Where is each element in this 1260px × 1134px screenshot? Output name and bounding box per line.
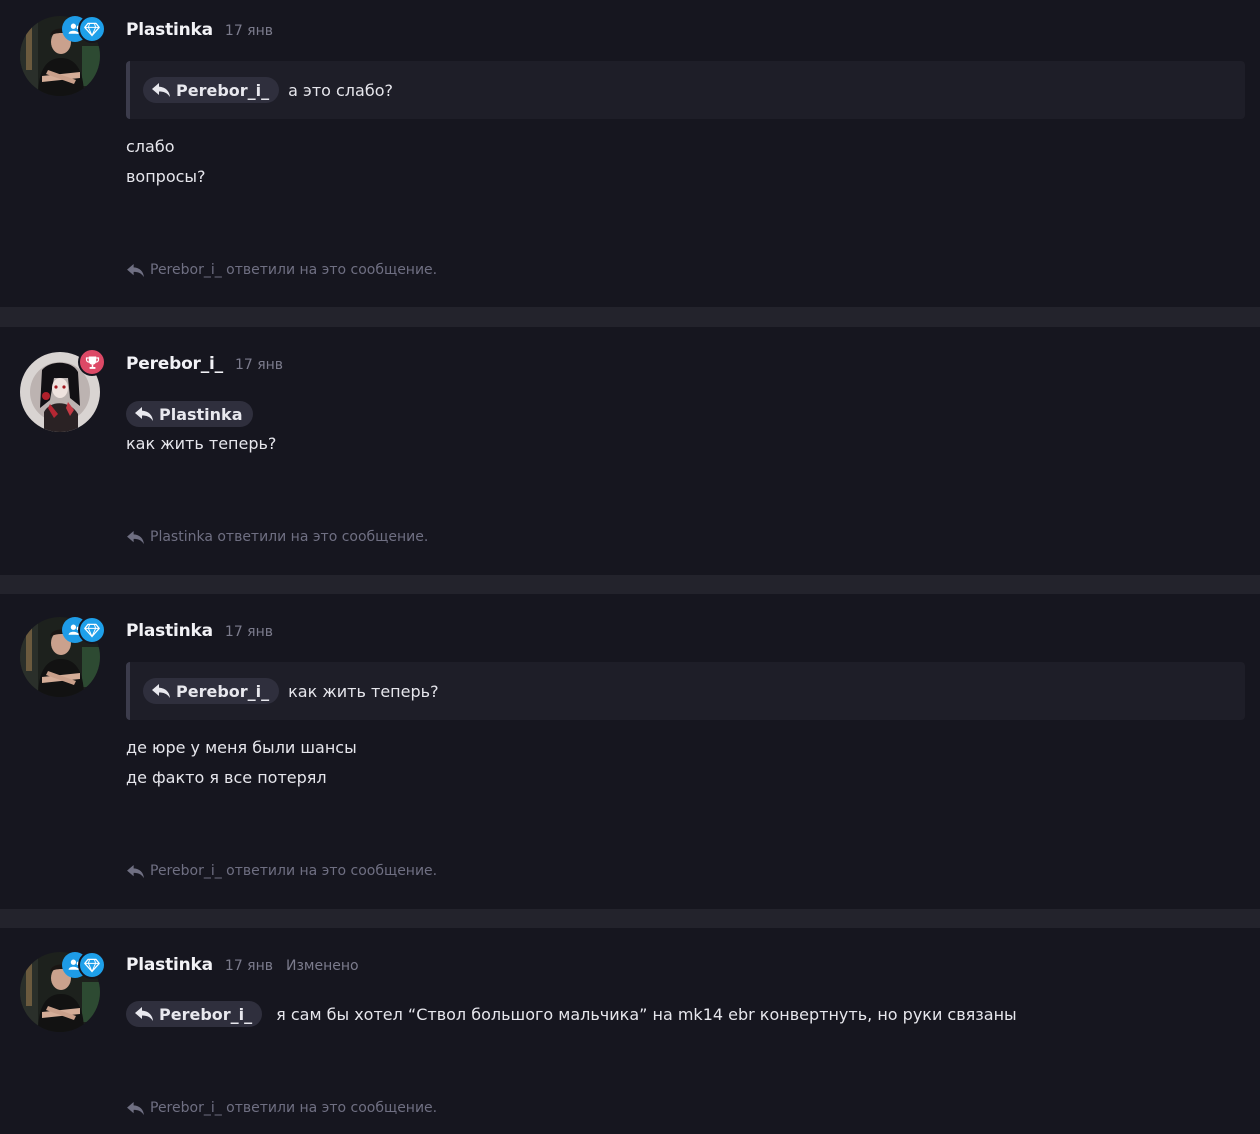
message-date[interactable]: 17 янв <box>225 23 273 39</box>
message-post: Perebor_i_ 17 янв Plastinka как жить теп… <box>0 327 1260 575</box>
replies-note-text: Perebor_i_ ответили на это сообщение. <box>150 1100 438 1116</box>
reply-arrow-icon <box>151 82 171 98</box>
reply-arrow-icon <box>126 530 145 545</box>
message-line: де юре у меня были шансы <box>126 738 357 757</box>
mention-label: Perebor_i_ <box>159 1004 253 1024</box>
author-avatar-block[interactable] <box>20 15 106 96</box>
message-date[interactable]: 17 янв <box>225 958 273 974</box>
message-date[interactable]: 17 янв <box>225 624 273 640</box>
author-avatar-block[interactable] <box>20 616 106 697</box>
message-line: слабо <box>126 137 175 156</box>
message-line: как жить теперь? <box>126 434 277 453</box>
author-name[interactable]: Plastinka <box>126 621 213 641</box>
quote-text: как жить теперь? <box>288 681 439 701</box>
reply-arrow-icon <box>134 1006 154 1022</box>
message-header: Plastinka 17 янв Изменено <box>126 955 359 975</box>
reply-arrow-icon <box>126 864 145 879</box>
message-line: де факто я все потерял <box>126 768 327 787</box>
reply-arrow-icon <box>126 1101 145 1116</box>
diamond-icon <box>78 616 106 644</box>
message-post: Plastinka 17 янв Perebor_i_ как жить теп… <box>0 594 1260 909</box>
mention-chip[interactable]: Perebor_i_ <box>126 1001 263 1027</box>
message-header: Perebor_i_ 17 янв <box>126 354 283 374</box>
message-header: Plastinka 17 янв <box>126 621 273 641</box>
quote-text: а это слабо? <box>288 80 393 100</box>
quoted-message[interactable]: Perebor_i_ как жить теперь? <box>126 662 1245 720</box>
diamond-icon <box>78 951 106 979</box>
author-name[interactable]: Perebor_i_ <box>126 354 223 374</box>
replies-note-text: Perebor_i_ ответили на это сообщение. <box>150 863 438 879</box>
mention-chip[interactable]: Plastinka <box>126 401 253 427</box>
message-post: Plastinka 17 янв Perebor_i_ а это слабо?… <box>0 0 1260 307</box>
message-post: Plastinka 17 янв Изменено Perebor_i_ я с… <box>0 928 1260 1134</box>
message-line: вопросы? <box>126 167 206 186</box>
replies-note[interactable]: Perebor_i_ ответили на это сообщение. <box>126 1100 437 1116</box>
message-header: Plastinka 17 янв <box>126 20 273 40</box>
reply-arrow-icon <box>151 683 171 699</box>
reply-arrow-icon <box>126 263 145 278</box>
replies-note[interactable]: Plastinka ответили на это сообщение. <box>126 529 428 545</box>
mention-label: Plastinka <box>159 404 243 424</box>
replies-note[interactable]: Perebor_i_ ответили на это сообщение. <box>126 262 437 278</box>
mention-label: Perebor_i_ <box>176 681 270 701</box>
diamond-icon <box>78 15 106 43</box>
mention-chip[interactable]: Perebor_i_ <box>143 77 280 103</box>
message-text: я сам бы хотел “Ствол большого мальчика”… <box>276 1004 1017 1024</box>
author-avatar-block[interactable] <box>20 951 106 1032</box>
mention-label: Perebor_i_ <box>176 80 270 100</box>
trophy-icon <box>78 348 106 376</box>
message-feed: Plastinka 17 янв Perebor_i_ а это слабо?… <box>0 0 1260 1134</box>
message-body: Perebor_i_ я сам бы хотел “Ствол большог… <box>126 1001 1017 1027</box>
message-date[interactable]: 17 янв <box>235 357 283 373</box>
quoted-message[interactable]: Perebor_i_ а это слабо? <box>126 61 1245 119</box>
author-name[interactable]: Plastinka <box>126 20 213 40</box>
replies-note-text: Plastinka ответили на это сообщение. <box>150 529 429 545</box>
replies-note-text: Perebor_i_ ответили на это сообщение. <box>150 262 438 278</box>
reply-reference-row: Plastinka <box>126 401 253 427</box>
replies-note[interactable]: Perebor_i_ ответили на это сообщение. <box>126 863 437 879</box>
edited-label[interactable]: Изменено <box>286 958 359 974</box>
author-avatar-block[interactable] <box>20 348 106 432</box>
reply-arrow-icon <box>134 406 154 422</box>
mention-chip[interactable]: Perebor_i_ <box>143 678 280 704</box>
author-name[interactable]: Plastinka <box>126 955 213 975</box>
